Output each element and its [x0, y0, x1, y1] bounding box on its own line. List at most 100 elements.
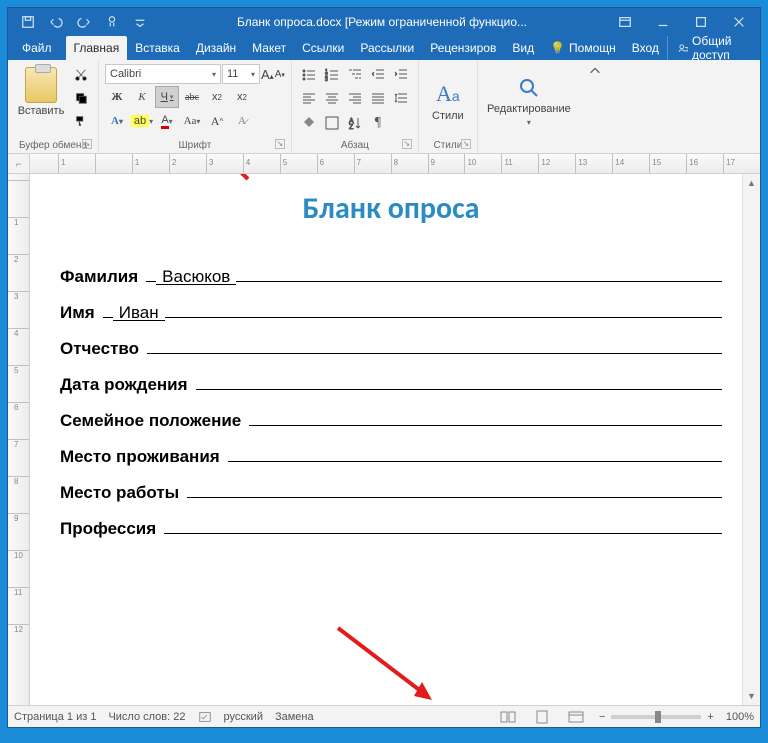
field-dob: Дата рождения [60, 373, 722, 395]
share-label: Общий доступ [692, 34, 750, 62]
decrease-indent-button[interactable] [367, 64, 389, 86]
subscript-button[interactable]: x2 [205, 86, 229, 108]
tab-review[interactable]: Рецензиров [422, 36, 504, 60]
paste-button[interactable]: Вставить [14, 64, 68, 120]
horizontal-ruler[interactable]: 11234567891011121314151617 [30, 154, 760, 173]
zoom-in-icon[interactable]: + [707, 711, 713, 723]
qat-customize-icon[interactable] [130, 12, 150, 32]
tab-file[interactable]: Файл [8, 36, 66, 60]
tab-home[interactable]: Главная [66, 36, 128, 60]
cut-button[interactable] [70, 64, 92, 86]
styles-gallery-button[interactable]: Aa Стили [425, 81, 471, 122]
strikethrough-button[interactable]: abc [180, 86, 204, 108]
align-center-button[interactable] [321, 88, 343, 110]
status-language[interactable]: русский [224, 711, 263, 723]
redo-icon[interactable] [74, 12, 94, 32]
tab-mailings[interactable]: Рассылки [352, 36, 422, 60]
styles-icon: Aa [436, 81, 460, 107]
touch-mode-icon[interactable] [102, 12, 122, 32]
format-painter-button[interactable] [70, 110, 92, 132]
italic-button[interactable]: К [130, 86, 154, 108]
shading-button[interactable] [298, 112, 320, 134]
change-case-button[interactable]: Aa▾ [180, 110, 204, 132]
zoom-slider[interactable]: − + [599, 711, 714, 723]
grow-font-alt[interactable]: A^ [205, 110, 229, 132]
editing-dropdown[interactable]: Редактирование ▾ [484, 76, 574, 127]
borders-button[interactable] [321, 112, 343, 134]
sort-button[interactable]: AZ [344, 112, 366, 134]
maximize-button[interactable] [684, 11, 718, 33]
tab-layout[interactable]: Макет [244, 36, 294, 60]
font-launcher[interactable]: ↘ [275, 139, 285, 149]
tell-me-help[interactable]: 💡Помощн [542, 36, 624, 60]
share-button[interactable]: Общий доступ [667, 36, 760, 60]
line-spacing-button[interactable] [390, 88, 412, 110]
window-title: Бланк опроса.docx [Режим ограниченной фу… [156, 15, 608, 29]
clipboard-launcher[interactable]: ↘ [82, 139, 92, 149]
increase-indent-button[interactable] [390, 64, 412, 86]
font-name-value: Calibri [110, 68, 141, 80]
page[interactable]: Бланк опроса Фамилия Васюков Имя Иван От… [30, 174, 742, 705]
group-paragraph: 123 AZ ¶ Абз [292, 60, 419, 153]
highlight-button[interactable]: ab▾ [130, 110, 154, 132]
underline-button[interactable]: Ч▾ [155, 86, 179, 108]
vertical-ruler[interactable]: 123456789101112 [8, 174, 30, 705]
font-size-combo[interactable]: 11▾ [222, 64, 260, 84]
show-marks-button[interactable]: ¶ [367, 112, 389, 134]
surname-value[interactable]: Васюков [156, 268, 236, 285]
styles-group-label: Стили [433, 140, 462, 151]
tab-references[interactable]: Ссылки [294, 36, 352, 60]
scroll-down-icon[interactable]: ▼ [745, 689, 759, 703]
collapse-ribbon-button[interactable] [580, 60, 610, 153]
save-icon[interactable] [18, 12, 38, 32]
group-font: Calibri▾ 11▾ A▴ A▾ Ж К Ч▾ abc x2 x2 A▾ a… [99, 60, 292, 153]
ruler-row: ⌐ 11234567891011121314151617 [8, 154, 760, 174]
bold-button[interactable]: Ж [105, 86, 129, 108]
clear-formatting-button[interactable]: A̷ [230, 110, 254, 132]
ribbon-display-icon[interactable] [608, 11, 642, 33]
font-size-value: 11 [227, 68, 238, 80]
numbering-button[interactable]: 123 [321, 64, 343, 86]
tab-view[interactable]: Вид [504, 36, 542, 60]
status-word-count[interactable]: Число слов: 22 [108, 711, 185, 723]
editing-label: Редактирование [487, 103, 571, 115]
font-name-combo[interactable]: Calibri▾ [105, 64, 221, 84]
annotation-arrow-statusbar [330, 622, 440, 705]
minimize-button[interactable] [646, 11, 680, 33]
svg-text:3: 3 [325, 77, 328, 83]
tab-design[interactable]: Дизайн [188, 36, 244, 60]
paragraph-launcher[interactable]: ↘ [402, 139, 412, 149]
shrink-font-button[interactable]: A▾ [275, 69, 285, 80]
font-color-button[interactable]: A▾ [155, 110, 179, 132]
scroll-up-icon[interactable]: ▲ [745, 176, 759, 190]
status-page[interactable]: Страница 1 из 1 [14, 711, 96, 723]
superscript-button[interactable]: x2 [230, 86, 254, 108]
status-spellcheck-icon[interactable] [198, 710, 212, 724]
surname-label: Фамилия [60, 267, 146, 287]
styles-launcher[interactable]: ↘ [461, 139, 471, 149]
text-effects-button[interactable]: A▾ [105, 110, 129, 132]
grow-font-button[interactable]: A▴ [261, 67, 274, 82]
zoom-track[interactable] [611, 715, 701, 719]
close-button[interactable] [722, 11, 756, 33]
sign-in-link[interactable]: Вход [624, 36, 667, 60]
font-group-label: Шрифт [178, 140, 211, 151]
multilevel-list-button[interactable] [344, 64, 366, 86]
print-layout-icon[interactable] [531, 708, 553, 726]
zoom-percent[interactable]: 100% [726, 711, 754, 723]
zoom-thumb[interactable] [655, 711, 661, 723]
bullets-button[interactable] [298, 64, 320, 86]
document-area: 123456789101112 Бланк опроса Фамилия Вас… [8, 174, 760, 705]
vertical-scrollbar[interactable]: ▲ ▼ [742, 174, 760, 705]
align-right-button[interactable] [344, 88, 366, 110]
read-mode-icon[interactable] [497, 708, 519, 726]
web-layout-icon[interactable] [565, 708, 587, 726]
justify-button[interactable] [367, 88, 389, 110]
zoom-out-icon[interactable]: − [599, 711, 605, 723]
name-value[interactable]: Иван [113, 304, 165, 321]
tab-insert[interactable]: Вставка [127, 36, 188, 60]
status-track-changes[interactable]: Замена [275, 711, 314, 723]
align-left-button[interactable] [298, 88, 320, 110]
undo-icon[interactable] [46, 12, 66, 32]
copy-button[interactable] [70, 87, 92, 109]
